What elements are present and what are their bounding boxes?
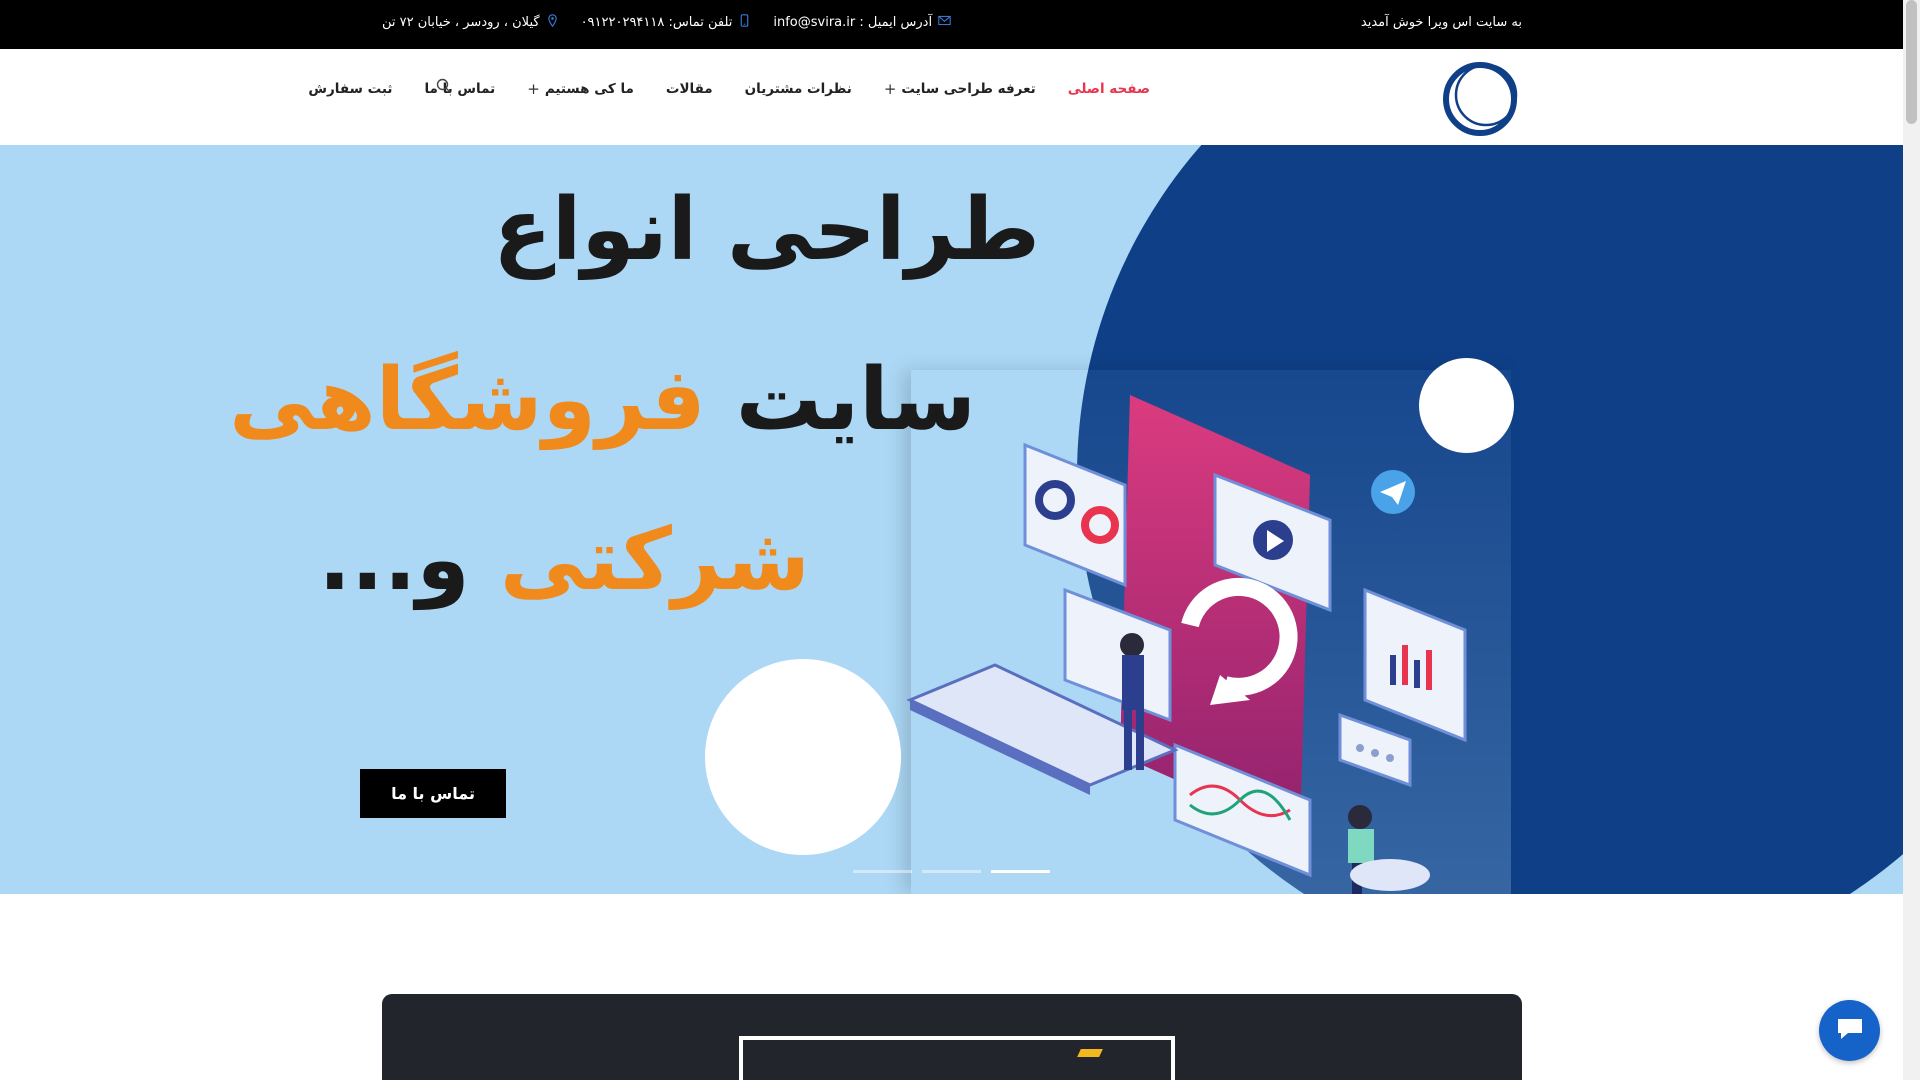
hero-title-line1: طراحی انواع	[493, 180, 1040, 280]
nav-label: صفحه اصلی	[1067, 81, 1150, 97]
banner-accent	[1077, 1049, 1103, 1057]
dark-banner-section	[382, 994, 1522, 1080]
main-nav: صفحه اصلی تعرفه طراحی سایت + نظرات مشتریا…	[308, 78, 1150, 100]
welcome-text: به سایت اس ویرا خوش آمدید	[1360, 15, 1522, 30]
decor-circle	[1419, 358, 1514, 453]
search-icon[interactable]	[436, 78, 452, 94]
scrollbar-thumb[interactable]	[1906, 0, 1917, 124]
phone-text[interactable]: تلفن تماس: ۰۹۱۲۲۰۲۹۴۱۱۸	[581, 15, 733, 30]
contact-info: گیلان ، رودسر ، خیابان ۷۲ تن تلفن تماس: …	[382, 14, 951, 31]
nav-item-about[interactable]: ما کی هستیم +	[527, 80, 634, 98]
hero-illustration	[906, 395, 1467, 894]
hero-word-dark: و...	[318, 510, 470, 610]
nav-label: نظرات مشتریان	[744, 81, 852, 97]
address-text: گیلان ، رودسر ، خیابان ۷۲ تن	[382, 15, 540, 30]
site-logo[interactable]	[1440, 55, 1524, 139]
envelope-icon	[938, 14, 951, 31]
nav-item-testimonials[interactable]: نظرات مشتریان	[745, 81, 852, 97]
email-item[interactable]: آدرس ایمیل : info@svira.ir	[773, 14, 951, 31]
plus-icon: +	[883, 80, 897, 98]
banner-frame	[739, 1036, 1175, 1080]
slide-dot-2[interactable]	[922, 870, 981, 873]
hero-word-orange: فروشگاهی	[229, 350, 706, 450]
nav-item-pricing[interactable]: تعرفه طراحی سایت +	[884, 80, 1036, 98]
top-bar: به سایت اس ویرا خوش آمدید گیلان ، رودسر …	[0, 0, 1903, 49]
nav-label: مقالات	[665, 81, 713, 97]
page-scrollbar[interactable]	[1903, 0, 1920, 1080]
nav-label: ما کی هستیم	[544, 81, 634, 97]
decor-circle	[705, 659, 901, 855]
plus-icon: +	[527, 80, 540, 98]
phone-item[interactable]: تلفن تماس: ۰۹۱۲۲۰۲۹۴۱۱۸	[581, 14, 752, 31]
hero-word-orange: شرکتی	[499, 510, 810, 610]
email-text[interactable]: آدرس ایمیل : info@svira.ir	[773, 15, 932, 30]
mobile-phone-icon	[738, 14, 751, 31]
nav-item-articles[interactable]: مقالات	[666, 81, 713, 97]
hero-slider: طراحی انواع سایت فروشگاهی شرکتی و... تما…	[0, 145, 1903, 894]
nav-item-home[interactable]: صفحه اصلی	[1068, 81, 1150, 97]
hero-title-line2: سایت فروشگاهی	[229, 350, 976, 450]
nav-label: ثبت سفارش	[308, 81, 393, 97]
hero-word-dark: سایت	[735, 350, 976, 450]
hero-title-line3: شرکتی و...	[318, 510, 810, 610]
contact-us-button[interactable]: تماس با ما	[360, 769, 506, 818]
slide-dot-3-active[interactable]	[991, 870, 1050, 873]
location-pin-icon	[546, 14, 559, 31]
slide-dot-1[interactable]	[853, 870, 912, 873]
nav-item-order[interactable]: ثبت سفارش	[308, 81, 392, 97]
chat-button[interactable]	[1819, 1000, 1880, 1061]
nav-label: تعرفه طراحی سایت	[901, 81, 1036, 97]
slider-pagination	[853, 870, 1050, 873]
address-item: گیلان ، رودسر ، خیابان ۷۲ تن	[382, 14, 559, 31]
chat-bubble-icon	[1835, 1015, 1865, 1047]
